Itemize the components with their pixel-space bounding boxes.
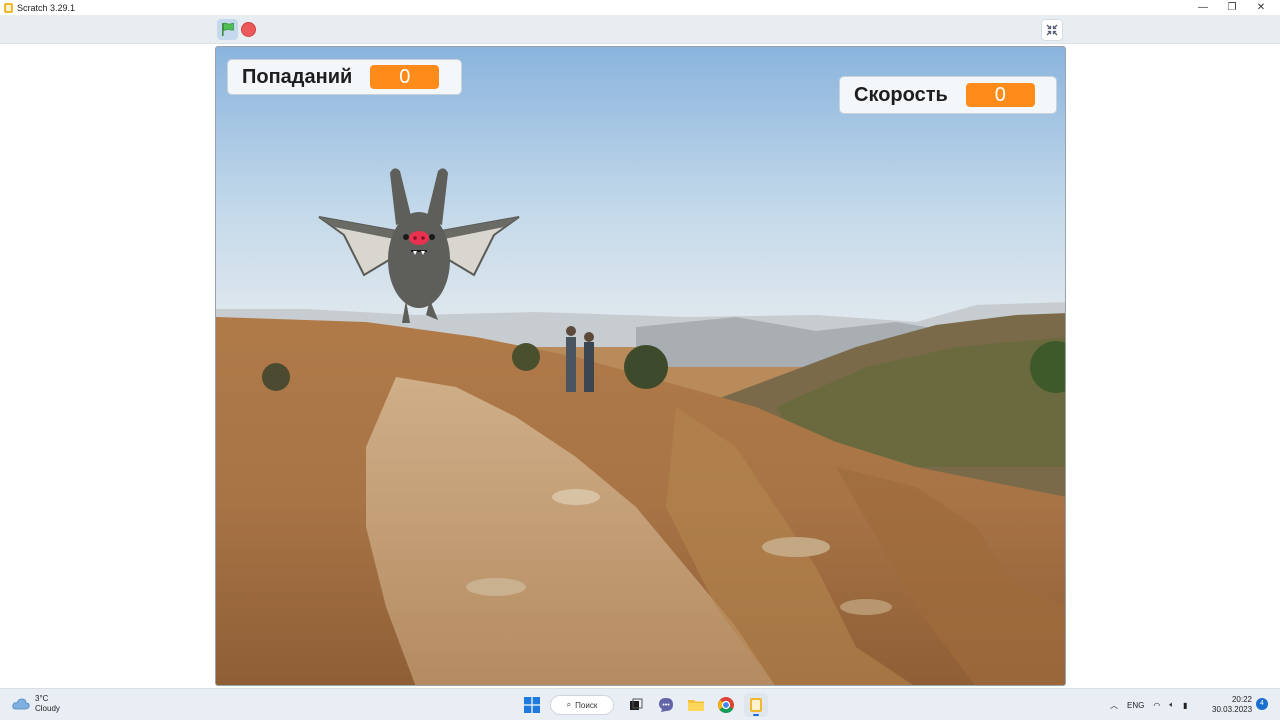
weather-widget[interactable]: 3°C Cloudy: [12, 694, 60, 714]
clock-date: 30.03.2023: [1212, 705, 1253, 714]
close-button[interactable]: ✕: [1246, 0, 1276, 15]
volume-icon[interactable]: 🔈︎: [1169, 700, 1174, 710]
scratch-taskbar-button[interactable]: [744, 693, 768, 717]
chat-button[interactable]: [654, 693, 678, 717]
chrome-icon: [718, 697, 734, 713]
file-explorer-button[interactable]: [684, 693, 708, 717]
system-tray: ︿ ENG ◠ 🔈︎ ▮: [1110, 689, 1197, 721]
scratch-icon: [750, 698, 762, 712]
bat-sprite[interactable]: [314, 165, 524, 325]
wifi-icon[interactable]: ◠: [1153, 701, 1160, 710]
taskbar-clock[interactable]: 20:22 30.03.2023: [1212, 695, 1252, 715]
monitor-label-hits: Попаданий: [242, 65, 353, 88]
stage-toolbar: [0, 15, 1280, 44]
search-icon: ⌕: [566, 700, 572, 709]
language-indicator[interactable]: ENG: [1127, 701, 1144, 710]
chat-icon: [659, 698, 673, 712]
task-view-icon: [630, 698, 643, 710]
minimize-button[interactable]: —: [1188, 0, 1218, 15]
stage-backdrop: [216, 47, 1065, 685]
green-flag-icon: [221, 22, 234, 36]
task-view-button[interactable]: [624, 693, 648, 717]
stage[interactable]: Попаданий 0 Скорость 0: [215, 46, 1066, 686]
monitor-value-speed: 0: [965, 83, 1035, 107]
taskbar-search[interactable]: ⌕ Поиск: [550, 695, 614, 715]
start-button[interactable]: [520, 693, 544, 717]
monitor-hits[interactable]: Попаданий 0: [227, 59, 462, 95]
weather-description: Cloudy: [35, 704, 60, 713]
maximize-button[interactable]: ❐: [1217, 0, 1247, 15]
active-app-indicator: [753, 714, 759, 716]
clock-time: 20:22: [1231, 695, 1252, 704]
search-label: Поиск: [575, 700, 598, 710]
cloud-icon: [12, 698, 30, 710]
chrome-button[interactable]: [714, 693, 738, 717]
monitor-speed[interactable]: Скорость 0: [839, 76, 1057, 114]
windows-taskbar: 3°C Cloudy ⌕ Поиск ︿ ENG ◠ 🔈︎ ▮ 20:22 30…: [0, 688, 1280, 720]
green-flag-button[interactable]: [217, 19, 238, 40]
taskbar-center: ⌕ Поиск: [520, 693, 774, 717]
battery-icon[interactable]: ▮: [1183, 701, 1187, 710]
weather-temperature: 3°C: [35, 694, 49, 703]
stop-button[interactable]: [241, 22, 256, 37]
scratch-app-icon: [4, 2, 13, 13]
monitor-value-hits: 0: [370, 65, 440, 89]
shrink-stage-button[interactable]: [1041, 19, 1063, 41]
window-titlebar: Scratch 3.29.1 — ❐ ✕: [0, 0, 1280, 15]
folder-icon: [688, 700, 704, 711]
window-title: Scratch 3.29.1: [17, 2, 76, 13]
chevron-up-icon[interactable]: ︿: [1110, 700, 1118, 711]
monitor-label-speed: Скорость: [854, 83, 948, 106]
windows-logo-icon: [524, 697, 540, 713]
shrink-stage-icon: [1046, 24, 1058, 36]
notification-badge[interactable]: 4: [1256, 698, 1268, 710]
